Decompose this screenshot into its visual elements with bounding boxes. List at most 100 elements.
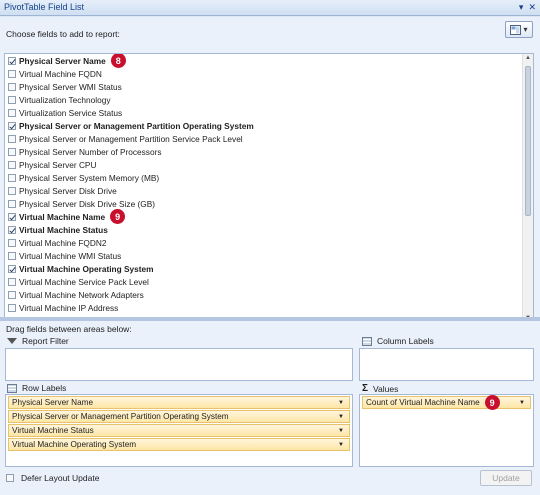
column-labels-area[interactable] [359,348,534,381]
dropdown-arrow-icon[interactable]: ▼ [338,442,344,448]
layout-icon [510,24,522,35]
field-list[interactable]: Physical Server Name 8 Virtual Machine FQD… [4,53,534,323]
field-row[interactable]: Physical Server or Management Partition … [5,132,533,145]
field-checkbox[interactable] [8,56,16,65]
field-label: Physical Server Number of Processors [19,146,162,157]
window-title: PivotTable Field List [4,2,85,12]
row-grid-icon [7,383,17,393]
field-checkbox[interactable] [8,186,16,195]
report-filter-header: Report Filter [7,336,69,346]
dropdown-arrow-icon[interactable]: ▼ [338,428,344,434]
row-label-item[interactable]: Virtual Machine Status ▼ [8,424,350,437]
title-bar: PivotTable Field List ▾ ✕ [0,0,540,16]
field-section: Choose fields to add to report: ▾ Physic… [0,17,540,323]
field-label: Virtual Machine Name [19,211,106,222]
field-checkbox[interactable] [8,134,16,143]
field-checkbox[interactable] [8,108,16,117]
row-labels-label: Row Labels [22,383,67,393]
field-row[interactable]: Virtual Machine WMI Status [5,249,533,262]
field-checkbox[interactable] [8,173,16,182]
values-area[interactable]: Count of Virtual Machine Name 9 ▼ [359,394,534,467]
update-button[interactable]: Update [480,470,532,486]
field-checkbox[interactable] [8,199,16,208]
pane-options-dropdown-icon[interactable]: ▾ [519,1,524,13]
field-checkbox[interactable] [8,147,16,156]
field-checkbox[interactable] [8,212,16,221]
row-label-text: Physical Server Name [12,398,93,407]
defer-checkbox[interactable] [6,474,14,482]
field-label: Virtual Machine WMI Status [19,250,122,261]
field-row[interactable]: Virtual Machine Status [5,223,533,236]
field-row[interactable]: Virtual Machine FQDN2 [5,236,533,249]
field-row[interactable]: Physical Server Name 8 [5,54,533,68]
field-label: Virtual Machine Network Adapters [19,289,144,300]
field-label: Physical Server Disk Drive Size (GB) [19,198,156,209]
values-label: Values [373,383,399,394]
row-label-text: Physical Server or Management Partition … [12,412,229,421]
values-header: Σ Values [362,383,398,394]
field-row[interactable]: Virtual Machine Service Pack Level [5,275,533,288]
field-label: Physical Server WMI Status [19,81,122,92]
field-checkbox[interactable] [8,160,16,169]
row-labels-area[interactable]: Physical Server Name ▼ Physical Server or … [5,394,353,467]
defer-layout-update[interactable]: Defer Layout Update [6,473,99,483]
field-label: Virtual Machine FQDN2 [19,237,107,248]
field-checkbox[interactable] [8,290,16,299]
field-row[interactable]: Physical Server Number of Processors [5,145,533,158]
field-row[interactable]: Virtual Machine Name 9 [5,209,533,224]
callout-badge: 9 [484,395,500,410]
field-label: Physical Server or Management Partition … [19,133,243,144]
field-label: Physical Server Disk Drive [19,185,117,196]
dropdown-arrow-icon[interactable]: ▼ [338,400,344,406]
filter-icon [7,338,17,344]
field-checkbox[interactable] [8,251,16,260]
field-label: Virtual Machine Operating System [19,263,154,274]
title-controls: ▾ ✕ [519,1,536,13]
field-label: Virtual Machine Service Pack Level [19,276,149,287]
field-label: Virtual Machine FQDN [19,68,102,79]
field-row[interactable]: Physical Server or Management Partition … [5,119,533,132]
field-checkbox[interactable] [8,95,16,104]
field-checkbox[interactable] [8,121,16,130]
field-row[interactable]: Virtualization Service Status [5,106,533,119]
dropdown-arrow-icon[interactable]: ▼ [338,414,344,420]
column-grid-icon [362,336,372,346]
field-checkbox[interactable] [8,225,16,234]
field-row[interactable]: Physical Server WMI Status [5,80,533,93]
value-item-content: Count of Virtual Machine Name 9 [366,395,500,410]
field-row[interactable]: Virtualization Technology [5,93,533,106]
field-row[interactable]: Virtual Machine Operating System [5,262,533,275]
field-row[interactable]: Virtual Machine IP Address [5,301,533,314]
field-row[interactable]: Physical Server Disk Drive Size (GB) [5,197,533,210]
choose-fields-label: Choose fields to add to report: [6,29,120,39]
row-labels-header: Row Labels [7,383,66,393]
chevron-down-icon: ▾ [523,25,528,34]
field-checkbox[interactable] [8,303,16,312]
row-label-text: Virtual Machine Operating System [12,440,137,449]
close-icon[interactable]: ✕ [528,1,536,13]
field-list-scrollbar[interactable]: ▲ ▼ [522,54,533,322]
field-label: Virtualization Service Status [19,107,123,118]
scroll-up-icon[interactable]: ▲ [525,55,531,61]
value-item[interactable]: Count of Virtual Machine Name 9 ▼ [362,395,531,410]
scroll-thumb[interactable] [525,66,531,216]
field-checkbox[interactable] [8,277,16,286]
field-checkbox[interactable] [8,69,16,78]
field-row[interactable]: Physical Server System Memory (MB) [5,171,533,184]
row-label-item[interactable]: Physical Server Name ▼ [8,396,350,409]
field-checkbox[interactable] [8,264,16,273]
field-row[interactable]: Physical Server CPU [5,158,533,171]
row-label-item[interactable]: Virtual Machine Operating System ▼ [8,438,350,451]
field-rows: Physical Server Name 8 Virtual Machine FQD… [5,54,533,322]
report-filter-area[interactable] [5,348,353,381]
row-label-item[interactable]: Physical Server or Management Partition … [8,410,350,423]
dropdown-arrow-icon[interactable]: ▼ [519,400,525,406]
field-row[interactable]: Physical Server Disk Drive [5,184,533,197]
field-checkbox[interactable] [8,238,16,247]
field-checkbox[interactable] [8,82,16,91]
field-layout-button[interactable]: ▾ [505,21,533,38]
defer-label: Defer Layout Update [21,473,100,483]
drag-fields-label: Drag fields between areas below: [6,324,132,334]
field-row[interactable]: Virtual Machine FQDN [5,67,533,80]
field-row[interactable]: Virtual Machine Network Adapters [5,288,533,301]
